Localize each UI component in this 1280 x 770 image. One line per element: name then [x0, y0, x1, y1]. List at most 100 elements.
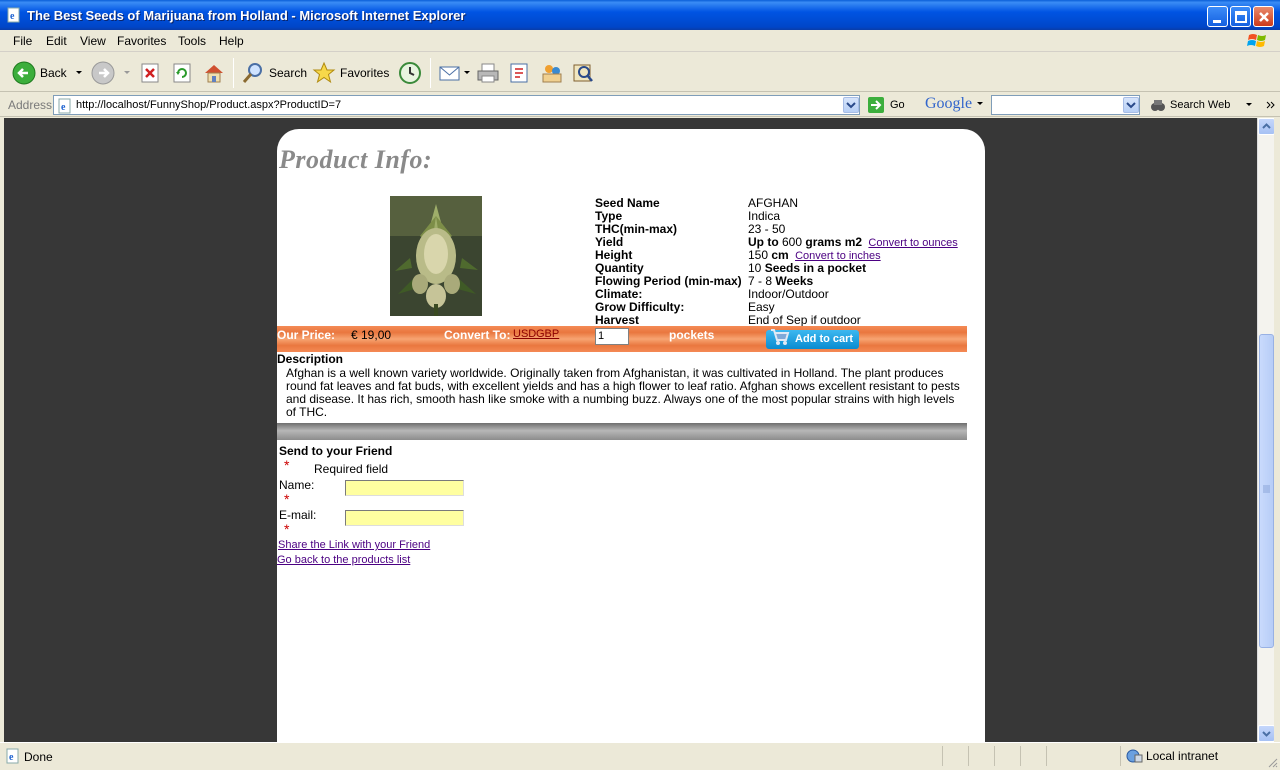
- description-text: Afghan is a well known variety worldwide…: [286, 366, 960, 419]
- svg-text:e: e: [10, 11, 15, 22]
- divider-bar: [277, 423, 967, 440]
- menu-favorites[interactable]: Favorites: [117, 34, 166, 48]
- scroll-thumb[interactable]: [1259, 334, 1274, 648]
- home-button[interactable]: [202, 59, 226, 87]
- scroll-down-button[interactable]: [1258, 725, 1275, 742]
- share-link[interactable]: Share the Link with your Friend: [278, 539, 430, 551]
- scroll-up-button[interactable]: [1258, 118, 1275, 135]
- convert-to-ounces-link[interactable]: Convert to ounces: [868, 237, 957, 249]
- required-star: *: [284, 457, 290, 473]
- history-button[interactable]: [397, 59, 423, 87]
- cart-icon: [771, 329, 790, 345]
- google-dropdown-button[interactable]: [1123, 97, 1139, 113]
- stop-button[interactable]: [140, 59, 160, 87]
- svg-text:e: e: [61, 102, 66, 113]
- menu-edit[interactable]: Edit: [46, 34, 67, 48]
- toolbar-separator: [233, 58, 234, 88]
- ie-page-icon: e: [7, 7, 20, 23]
- google-search-input[interactable]: [991, 95, 1140, 115]
- forward-button[interactable]: [91, 59, 133, 87]
- send-to-friend-title: Send to your Friend: [279, 444, 393, 458]
- maximize-icon: [1235, 11, 1247, 23]
- chevron-down-icon: [846, 102, 856, 109]
- research-icon: [573, 64, 593, 82]
- required-star: *: [284, 491, 290, 507]
- google-logo[interactable]: Google: [925, 95, 984, 113]
- email-input[interactable]: [345, 510, 464, 526]
- print-button[interactable]: [476, 59, 500, 87]
- title-bar: e The Best Seeds of Marijuana from Holla…: [0, 0, 1280, 30]
- messenger-button[interactable]: [540, 59, 564, 87]
- grip-icon: [1263, 485, 1270, 493]
- status-divider: [1046, 746, 1047, 766]
- minimize-icon: [1213, 20, 1221, 23]
- resize-grip-icon[interactable]: [1266, 756, 1278, 768]
- back-to-products-link[interactable]: Go back to the products list: [277, 554, 410, 566]
- price-label: Our Price:: [277, 328, 336, 342]
- window-title: The Best Seeds of Marijuana from Holland…: [27, 8, 466, 23]
- name-label: Name:: [279, 478, 315, 492]
- address-input[interactable]: e http://localhost/FunnyShop/Product.asp…: [53, 95, 860, 115]
- description-title: Description: [277, 352, 344, 366]
- maximize-button[interactable]: [1230, 6, 1251, 27]
- history-icon: [399, 62, 421, 84]
- address-url: http://localhost/FunnyShop/Product.aspx?…: [76, 99, 342, 111]
- chevron-down-icon[interactable]: [121, 68, 133, 78]
- chevron-down-icon[interactable]: [73, 68, 85, 78]
- convert-gbp-link[interactable]: GBP: [536, 328, 559, 340]
- toolbar: Back Search Favorites: [0, 53, 1280, 92]
- search-button[interactable]: Search: [241, 59, 307, 87]
- search-web-button[interactable]: Search Web: [1150, 97, 1276, 113]
- ie-page-icon: e: [6, 748, 19, 764]
- star-icon: [312, 61, 336, 84]
- status-divider: [1020, 746, 1021, 766]
- close-icon: [1259, 12, 1269, 22]
- favorites-button[interactable]: Favorites: [312, 59, 389, 87]
- ie-page-icon: e: [58, 98, 71, 114]
- minimize-button[interactable]: [1207, 6, 1228, 27]
- messenger-icon: [542, 65, 562, 83]
- toolbar-separator: [430, 58, 431, 88]
- price-value: € 19,00: [351, 328, 392, 342]
- vertical-scrollbar[interactable]: [1257, 118, 1275, 742]
- menu-view[interactable]: View: [80, 34, 106, 48]
- product-image: [390, 196, 482, 316]
- back-button[interactable]: Back: [12, 59, 85, 87]
- price-bar: Our Price: € 19,00 Convert To: USD GBP 1…: [277, 326, 967, 352]
- address-dropdown-button[interactable]: [843, 97, 859, 113]
- status-text: Done: [24, 750, 53, 764]
- name-input[interactable]: [345, 480, 464, 496]
- status-bar: e Done Local intranet: [0, 742, 1280, 770]
- forward-arrow-icon: [91, 61, 115, 85]
- edit-button[interactable]: [508, 59, 532, 87]
- chevron-down-icon[interactable]: [462, 68, 472, 78]
- email-label: E-mail:: [279, 508, 317, 522]
- chevron-right-icon: [1266, 101, 1276, 109]
- status-divider: [1120, 746, 1121, 766]
- add-to-cart-button[interactable]: Add to cart: [766, 329, 859, 349]
- research-button[interactable]: [571, 59, 595, 87]
- mail-button[interactable]: [438, 59, 472, 87]
- status-divider: [968, 746, 969, 766]
- cannabis-plant-image: [390, 196, 482, 316]
- convert-usd-link[interactable]: USD: [513, 328, 536, 340]
- status-divider: [994, 746, 995, 766]
- menu-help[interactable]: Help: [219, 34, 244, 48]
- close-button[interactable]: [1253, 6, 1274, 27]
- quantity-input[interactable]: 1: [595, 328, 629, 345]
- home-icon: [205, 65, 223, 83]
- menu-tools[interactable]: Tools: [178, 34, 206, 48]
- status-divider: [942, 746, 943, 766]
- go-button[interactable]: Go: [867, 96, 905, 114]
- address-bar: Address e http://localhost/FunnyShop/Pro…: [0, 93, 1280, 117]
- chevron-up-icon: [1262, 123, 1271, 129]
- product-panel: Product Info: Seed Name AFGHAN Type Indi…: [277, 129, 985, 742]
- address-label: Address: [8, 98, 53, 112]
- pockets-label: pockets: [669, 328, 715, 342]
- search-icon: [242, 63, 262, 83]
- window-frame-right: [1274, 118, 1280, 742]
- refresh-button[interactable]: [172, 59, 192, 87]
- menu-file[interactable]: File: [13, 34, 32, 48]
- page-viewport: Product Info: Seed Name AFGHAN Type Indi…: [4, 118, 1257, 742]
- svg-text:e: e: [9, 752, 14, 763]
